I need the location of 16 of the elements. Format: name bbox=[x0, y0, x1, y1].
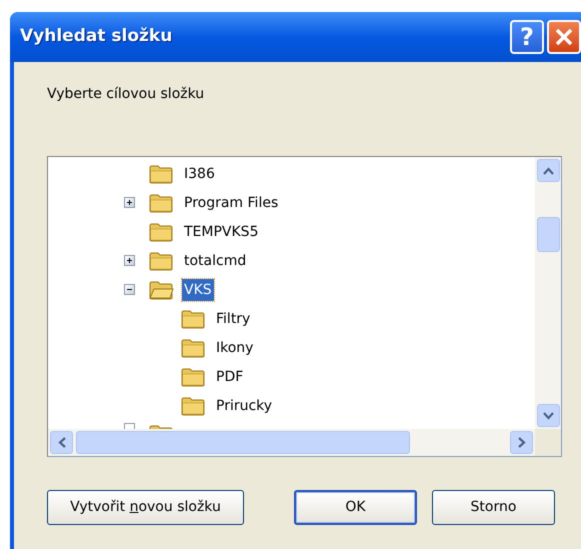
tree-item[interactable]: VKS bbox=[182, 278, 214, 300]
tree-item[interactable]: totalcmd bbox=[182, 250, 248, 272]
prompt-text: Vyberte cílovou složku bbox=[47, 85, 206, 104]
new-folder-button[interactable]: Vytvořit novou složku bbox=[47, 490, 244, 525]
tree-item[interactable]: TEMPVKS5 bbox=[182, 220, 260, 242]
dialog-button[interactable]: Storno bbox=[432, 490, 555, 525]
folder-tree[interactable]: I386 Program Files TEMPVKS5 totalcmd VKS Filtry Ikony PDF Prirucky bbox=[47, 156, 562, 457]
tree-item[interactable]: I386 bbox=[182, 162, 217, 184]
tree-item[interactable]: Prirucky bbox=[214, 394, 274, 416]
dialog-button[interactable]: OK bbox=[294, 490, 417, 525]
window-title: Vyhledat složku bbox=[20, 25, 172, 48]
tree-item[interactable]: PDF bbox=[214, 366, 246, 388]
tree-item[interactable]: Filtry bbox=[214, 308, 252, 330]
tree-item[interactable]: Ikony bbox=[214, 336, 256, 358]
tree-item[interactable]: Program Files bbox=[182, 192, 280, 214]
help-button[interactable]: ? bbox=[510, 20, 544, 54]
